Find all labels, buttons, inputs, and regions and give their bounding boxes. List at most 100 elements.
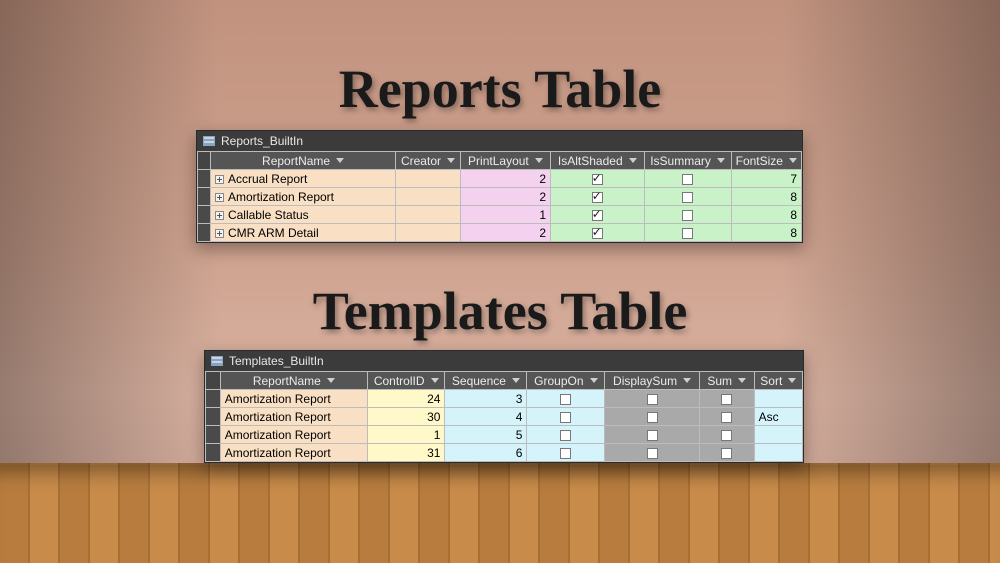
cell-reportname[interactable]: Callable Status xyxy=(210,206,395,224)
cell-groupon[interactable] xyxy=(527,408,605,426)
cell-sequence[interactable]: 6 xyxy=(445,444,527,462)
cell-controlid[interactable]: 31 xyxy=(367,444,444,462)
cell-reportname[interactable]: Amortization Report xyxy=(220,444,367,462)
cell-reportname[interactable]: Amortization Report xyxy=(220,426,367,444)
cell-reportname[interactable]: Amortization Report xyxy=(220,408,367,426)
table-row[interactable]: Amortization Report316 xyxy=(206,444,803,462)
row-header[interactable] xyxy=(198,170,211,188)
cell-sum[interactable] xyxy=(699,408,754,426)
table-row[interactable]: Amortization Report304Asc xyxy=(206,408,803,426)
cell-fontsize[interactable]: 8 xyxy=(731,206,801,224)
cell-isaltshaded[interactable] xyxy=(551,224,644,242)
cell-fontsize[interactable]: 8 xyxy=(731,188,801,206)
checkbox[interactable] xyxy=(682,228,693,239)
table-row[interactable]: Amortization Report15 xyxy=(206,426,803,444)
cell-sum[interactable] xyxy=(699,390,754,408)
cell-displaysum[interactable] xyxy=(605,426,700,444)
expand-icon[interactable] xyxy=(215,175,224,184)
cell-issummary[interactable] xyxy=(644,170,731,188)
row-header[interactable] xyxy=(198,188,211,206)
expand-icon[interactable] xyxy=(215,193,224,202)
filter-icon[interactable] xyxy=(629,158,637,163)
col-header-groupon[interactable]: GroupOn xyxy=(527,372,605,390)
cell-displaysum[interactable] xyxy=(605,444,700,462)
filter-icon[interactable] xyxy=(717,158,725,163)
cell-printlayout[interactable]: 1 xyxy=(460,206,550,224)
cell-creator[interactable] xyxy=(396,188,461,206)
checkbox[interactable] xyxy=(721,394,732,405)
row-header[interactable] xyxy=(206,426,221,444)
checkbox[interactable] xyxy=(560,412,571,423)
filter-icon[interactable] xyxy=(512,378,520,383)
filter-icon[interactable] xyxy=(738,378,746,383)
checkbox[interactable] xyxy=(721,448,732,459)
filter-icon[interactable] xyxy=(431,378,439,383)
row-header[interactable] xyxy=(198,224,211,242)
table-row[interactable]: Amortization Report243 xyxy=(206,390,803,408)
cell-displaysum[interactable] xyxy=(605,390,700,408)
checkbox[interactable] xyxy=(721,412,732,423)
cell-printlayout[interactable]: 2 xyxy=(460,188,550,206)
cell-printlayout[interactable]: 2 xyxy=(460,170,550,188)
checkbox[interactable] xyxy=(647,430,658,441)
checkbox[interactable] xyxy=(592,192,603,203)
row-header[interactable] xyxy=(198,206,211,224)
select-all-corner[interactable] xyxy=(206,372,221,390)
checkbox[interactable] xyxy=(592,210,603,221)
cell-issummary[interactable] xyxy=(644,188,731,206)
cell-sequence[interactable]: 3 xyxy=(445,390,527,408)
cell-groupon[interactable] xyxy=(527,426,605,444)
cell-groupon[interactable] xyxy=(527,390,605,408)
filter-icon[interactable] xyxy=(683,378,691,383)
checkbox[interactable] xyxy=(647,448,658,459)
filter-icon[interactable] xyxy=(336,158,344,163)
cell-creator[interactable] xyxy=(396,224,461,242)
checkbox[interactable] xyxy=(560,448,571,459)
checkbox[interactable] xyxy=(560,394,571,405)
cell-fontsize[interactable]: 8 xyxy=(731,224,801,242)
cell-reportname[interactable]: Accrual Report xyxy=(210,170,395,188)
cell-creator[interactable] xyxy=(396,170,461,188)
col-header-creator[interactable]: Creator xyxy=(396,152,461,170)
checkbox[interactable] xyxy=(721,430,732,441)
filter-icon[interactable] xyxy=(788,378,796,383)
filter-icon[interactable] xyxy=(789,158,797,163)
row-header[interactable] xyxy=(206,444,221,462)
col-header-reportname[interactable]: ReportName xyxy=(210,152,395,170)
checkbox[interactable] xyxy=(592,174,603,185)
checkbox[interactable] xyxy=(647,412,658,423)
cell-controlid[interactable]: 30 xyxy=(367,408,444,426)
checkbox[interactable] xyxy=(682,210,693,221)
col-header-issummary[interactable]: IsSummary xyxy=(644,152,731,170)
cell-sort[interactable] xyxy=(754,426,802,444)
cell-reportname[interactable]: Amortization Report xyxy=(210,188,395,206)
templates-grid[interactable]: ReportName ControlID Sequence GroupOn Di… xyxy=(205,371,803,462)
cell-displaysum[interactable] xyxy=(605,408,700,426)
cell-printlayout[interactable]: 2 xyxy=(460,224,550,242)
select-all-corner[interactable] xyxy=(198,152,211,170)
filter-icon[interactable] xyxy=(447,158,455,163)
checkbox[interactable] xyxy=(647,394,658,405)
window-reports-titlebar[interactable]: Reports_BuiltIn xyxy=(197,131,802,151)
table-row[interactable]: CMR ARM Detail28 xyxy=(198,224,802,242)
checkbox[interactable] xyxy=(682,174,693,185)
cell-isaltshaded[interactable] xyxy=(551,170,644,188)
cell-sum[interactable] xyxy=(699,444,754,462)
col-header-fontsize[interactable]: FontSize xyxy=(731,152,801,170)
cell-isaltshaded[interactable] xyxy=(551,188,644,206)
checkbox[interactable] xyxy=(682,192,693,203)
filter-icon[interactable] xyxy=(590,378,598,383)
col-header-sum[interactable]: Sum xyxy=(699,372,754,390)
reports-grid[interactable]: ReportName Creator PrintLayout IsAltShad… xyxy=(197,151,802,242)
expand-icon[interactable] xyxy=(215,229,224,238)
row-header[interactable] xyxy=(206,408,221,426)
col-header-sequence[interactable]: Sequence xyxy=(445,372,527,390)
cell-issummary[interactable] xyxy=(644,224,731,242)
cell-controlid[interactable]: 24 xyxy=(367,390,444,408)
cell-controlid[interactable]: 1 xyxy=(367,426,444,444)
filter-icon[interactable] xyxy=(327,378,335,383)
row-header[interactable] xyxy=(206,390,221,408)
cell-issummary[interactable] xyxy=(644,206,731,224)
cell-fontsize[interactable]: 7 xyxy=(731,170,801,188)
cell-creator[interactable] xyxy=(396,206,461,224)
